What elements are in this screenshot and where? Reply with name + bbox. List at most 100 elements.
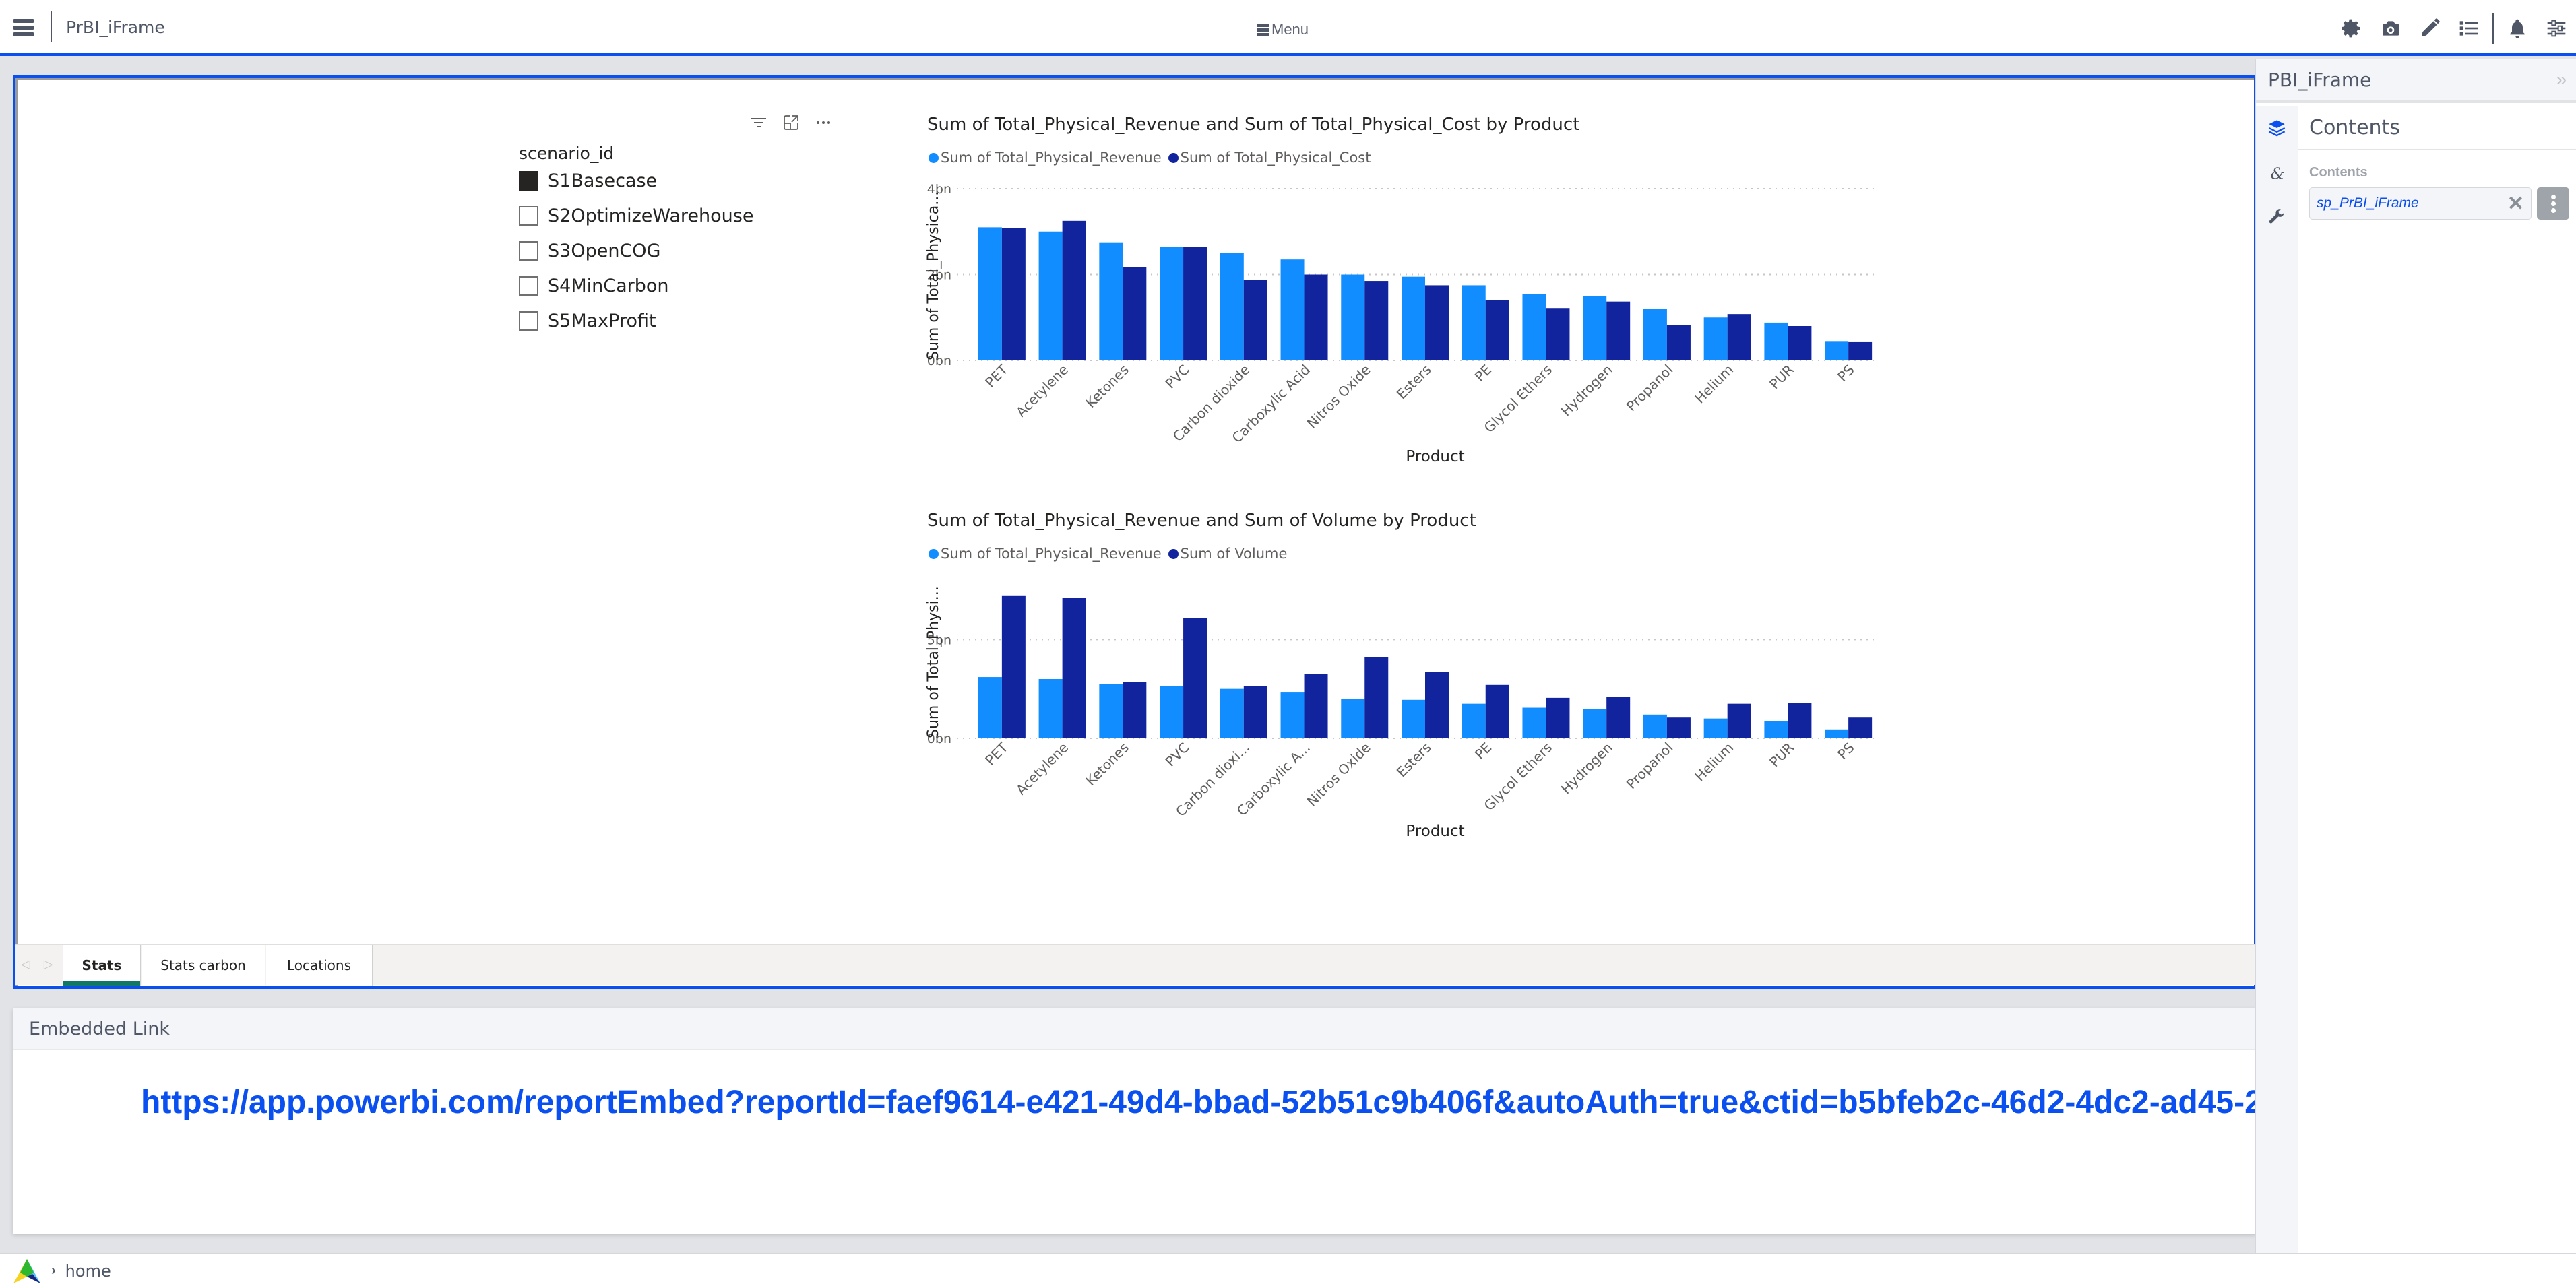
- tab-stats[interactable]: Stats: [63, 945, 141, 986]
- bar-volume: [1848, 717, 1873, 738]
- bar-revenue: [1220, 253, 1244, 360]
- x-tick-label: PUR: [1766, 362, 1797, 393]
- checkbox[interactable]: [519, 206, 538, 226]
- bar-cost: [1606, 301, 1631, 360]
- bar-revenue: [1462, 703, 1486, 738]
- x-tick-label: Propanol: [1623, 362, 1676, 415]
- contents-field[interactable]: sp_PrBI_iFrame ✕: [2309, 187, 2532, 220]
- bar-cost: [1425, 285, 1449, 360]
- x-tick-label: Helium: [1691, 740, 1736, 785]
- embedded-link-url[interactable]: https://app.powerbi.com/reportEmbed?repo…: [141, 1084, 2257, 1121]
- bar-cost: [1183, 247, 1207, 360]
- bar-revenue: [1703, 718, 1728, 738]
- checkbox[interactable]: [519, 276, 538, 296]
- field-label: Contents: [2309, 165, 2368, 180]
- contents-field-value: sp_PrBI_iFrame: [2317, 195, 2419, 211]
- checkbox[interactable]: [519, 171, 538, 191]
- bar-revenue: [1522, 294, 1546, 360]
- wrench-icon[interactable]: [2256, 195, 2298, 239]
- bar-revenue: [1220, 688, 1244, 738]
- revenue-volume-chart: Sum of Total_Physical_Revenue and Sum of…: [923, 507, 1893, 858]
- bar-volume: [1062, 598, 1086, 738]
- divider: [51, 11, 52, 42]
- pencil-icon[interactable]: [2410, 11, 2449, 45]
- x-tick-label: PE: [1472, 740, 1495, 763]
- menu-button[interactable]: Menu: [1257, 21, 1309, 38]
- checkbox[interactable]: [519, 311, 538, 331]
- slicer-item-label: S2OptimizeWarehouse: [548, 205, 754, 226]
- x-tick-label: Ketones: [1082, 740, 1131, 789]
- hamburger-menu-icon[interactable]: [13, 19, 34, 36]
- breadcrumb-home[interactable]: home: [65, 1262, 111, 1281]
- list-icon[interactable]: [2449, 11, 2488, 45]
- panel-rail: &: [2256, 106, 2298, 1253]
- slicer-item[interactable]: S4MinCarbon: [519, 276, 669, 296]
- y-axis-label: Sum of Total_Physi...: [925, 586, 942, 738]
- bar-revenue: [1825, 729, 1849, 738]
- svg-text:&: &: [2271, 164, 2285, 182]
- x-tick-label: Hydrogen: [1558, 740, 1616, 798]
- app-logo-icon[interactable]: [12, 1258, 42, 1285]
- bell-icon[interactable]: [2498, 11, 2537, 45]
- more-options-button[interactable]: [2537, 187, 2569, 220]
- collapse-panel-icon[interactable]: »: [2556, 69, 2567, 90]
- clear-icon[interactable]: ✕: [2507, 192, 2524, 216]
- x-tick-label: PVC: [1162, 740, 1193, 770]
- x-axis-label: Product: [1406, 823, 1464, 840]
- x-tick-label: Esters: [1393, 362, 1435, 403]
- slicer-item[interactable]: S3OpenCOG: [519, 240, 660, 261]
- bar-cost: [1304, 274, 1328, 360]
- bar-cost: [1788, 326, 1812, 360]
- camera-icon[interactable]: [2371, 11, 2410, 45]
- bar-cost: [1243, 280, 1267, 360]
- tab-stats-carbon[interactable]: Stats carbon: [142, 945, 265, 986]
- layers-icon[interactable]: [2256, 106, 2298, 150]
- bar-revenue: [1643, 714, 1667, 738]
- x-tick-label: PS: [1834, 362, 1857, 385]
- bar-revenue: [1764, 721, 1788, 738]
- app-title: PrBI_iFrame: [66, 18, 165, 37]
- sliders-icon[interactable]: [2537, 11, 2576, 45]
- slicer-item-label: S5MaxProfit: [548, 311, 656, 331]
- bar-volume: [1364, 657, 1389, 738]
- slicer-item[interactable]: S2OptimizeWarehouse: [519, 205, 753, 226]
- x-tick-label: PET: [982, 361, 1011, 391]
- bar-revenue: [978, 227, 1002, 360]
- slicer-item[interactable]: S5MaxProfit: [519, 311, 656, 331]
- section-title: Contents: [2298, 106, 2576, 150]
- x-tick-label: Helium: [1691, 362, 1736, 407]
- bar-cost: [1062, 220, 1086, 360]
- bar-volume: [1546, 697, 1570, 738]
- focus-mode-icon[interactable]: [782, 114, 800, 131]
- bar-revenue: [1038, 231, 1063, 360]
- checkbox[interactable]: [519, 241, 538, 261]
- slicer-title: scenario_id: [519, 143, 615, 163]
- menu-label: Menu: [1271, 21, 1309, 38]
- bar-volume: [1001, 595, 1026, 738]
- bar-volume: [1606, 697, 1631, 738]
- gear-icon[interactable]: [2332, 11, 2371, 45]
- chart-plot: 0bn5bnSum of Total_Physi...PET Acetylene K…: [925, 586, 1879, 840]
- slicer-item-label: S1Basecase: [548, 170, 658, 191]
- x-tick-label: Propanol: [1623, 740, 1676, 793]
- bar-revenue: [1341, 274, 1365, 360]
- embedded-link-title: Embedded Link: [13, 1008, 2257, 1050]
- tab-scroll-right-icon[interactable]: ▷: [44, 957, 53, 971]
- tab-scroll-left-icon[interactable]: ◁: [21, 957, 30, 971]
- x-tick-label: Acetylene: [1013, 740, 1071, 798]
- bar-volume: [1485, 684, 1509, 738]
- slicer-item[interactable]: S1Basecase: [519, 170, 657, 191]
- bar-revenue: [1583, 296, 1607, 360]
- x-tick-label: PS: [1834, 740, 1857, 763]
- bar-revenue: [1583, 709, 1607, 738]
- filter-icon[interactable]: [750, 114, 767, 131]
- more-options-icon[interactable]: [815, 114, 832, 131]
- tab-locations[interactable]: Locations: [266, 945, 373, 986]
- x-axis-label: Product: [1406, 448, 1464, 465]
- ampersand-icon[interactable]: &: [2256, 150, 2298, 195]
- bar-revenue: [1038, 679, 1063, 738]
- embedded-link-card: Embedded Link https://app.powerbi.com/re…: [13, 1008, 2257, 1234]
- chart-plot: 0bn2bn4bnSum of Total_Physica...PET Acety…: [925, 182, 1879, 465]
- divider: [2492, 12, 2494, 44]
- footer: › home: [0, 1253, 2576, 1288]
